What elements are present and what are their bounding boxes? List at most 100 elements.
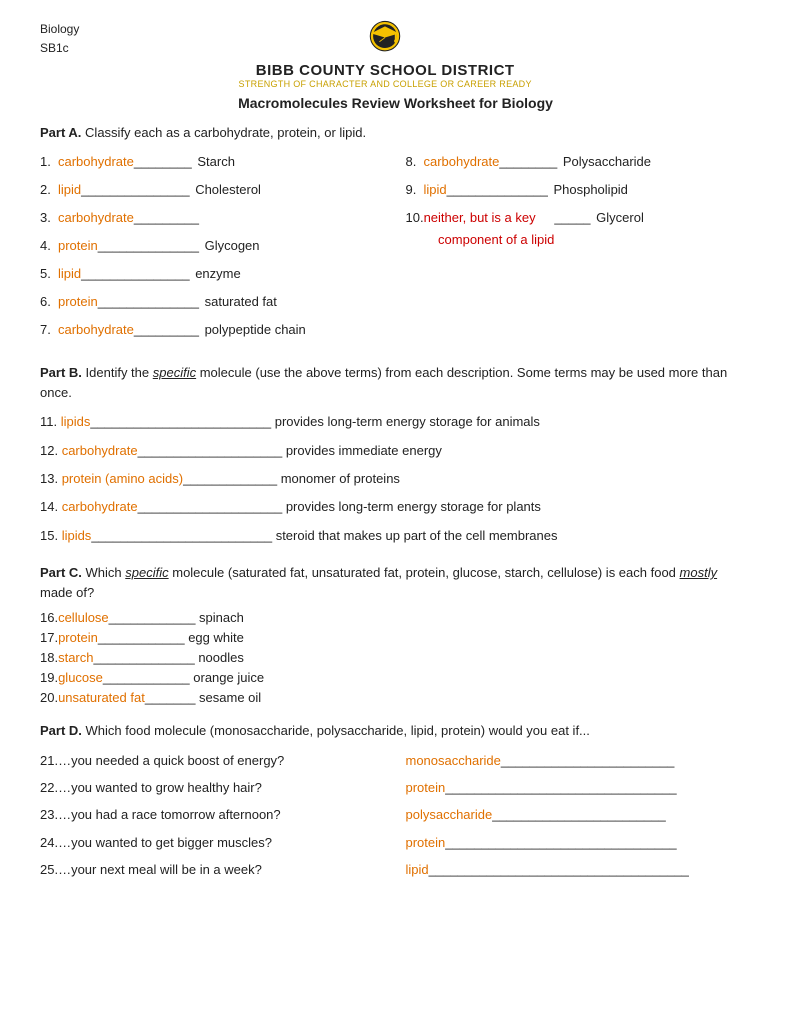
- item-11-answer: lipids: [61, 414, 91, 429]
- item-6-row: 6. protein______________ saturated fat: [40, 291, 386, 313]
- item-20-label: sesame oil: [195, 690, 261, 705]
- item-9-answer: lipid: [424, 179, 447, 201]
- part-b-label: Part B.: [40, 365, 82, 380]
- item-24-q-text: …you wanted to get bigger muscles?: [58, 831, 272, 854]
- item-11-blank: _________________________: [90, 414, 271, 429]
- item-1-num: 1.: [40, 151, 58, 173]
- item-5-blank: _______________: [81, 263, 189, 285]
- item-12-answer: carbohydrate: [62, 443, 138, 458]
- part-a-right: 8. carbohydrate________ Polysaccharide 9…: [406, 151, 752, 348]
- item-2-blank: _______________: [81, 179, 189, 201]
- part-d-label: Part D.: [40, 723, 82, 738]
- item-1-row: 1. carbohydrate________ Starch: [40, 151, 386, 173]
- item-22-q-text: …you wanted to grow healthy hair?: [58, 776, 262, 799]
- item-7-row: 7. carbohydrate_________ polypeptide cha…: [40, 319, 386, 341]
- item-25-num: 25.: [40, 858, 58, 881]
- item-12-num: 12.: [40, 443, 62, 458]
- item-2-label: Cholesterol: [192, 179, 261, 201]
- part-b-instruction: Identify the specific molecule (use the …: [40, 365, 727, 400]
- item-25-question: 25. …your next meal will be in a week?: [40, 858, 386, 881]
- item-6-answer: protein: [58, 291, 98, 313]
- item-14-num: 14.: [40, 499, 62, 514]
- item-19-row: 19. glucose____________ orange juice: [40, 670, 751, 685]
- item-18-row: 18. starch______________ noodles: [40, 650, 751, 665]
- item-7-label: polypeptide chain: [201, 319, 306, 341]
- item-15-row: 15. lipids_________________________ ster…: [40, 524, 751, 547]
- item-23-blank: ________________________: [492, 803, 666, 826]
- item-19-answer: glucose: [58, 670, 103, 685]
- item-4-row: 4. protein______________ Glycogen: [40, 235, 386, 257]
- item-3-blank: _________: [134, 207, 199, 229]
- part-c-title: Part C. Which specific molecule (saturat…: [40, 563, 751, 602]
- item-20-blank: _______: [145, 690, 196, 705]
- item-24-num: 24.: [40, 831, 58, 854]
- item-17-num: 17.: [40, 630, 58, 645]
- item-9-num: 9.: [406, 179, 424, 201]
- item-23-answer: polysaccharide: [406, 803, 493, 826]
- course-code: SB1c: [40, 39, 79, 58]
- part-a-instruction: Classify each as a carbohydrate, protein…: [85, 125, 366, 140]
- item-23-question: 23. …you had a race tomorrow afternoon?: [40, 803, 386, 826]
- course-info: Biology SB1c: [40, 20, 79, 58]
- item-7-num: 7.: [40, 319, 58, 341]
- school-logo-icon: [357, 20, 413, 60]
- item-24-answer-area: protein________________________________: [406, 831, 752, 854]
- part-a-title: Part A. Classify each as a carbohydrate,…: [40, 123, 751, 143]
- district-name: BIBB COUNTY SCHOOL DISTRICT: [256, 62, 515, 79]
- item-2-answer: lipid: [58, 179, 81, 201]
- part-c-instruction: Which specific molecule (saturated fat, …: [40, 565, 717, 600]
- item-21-num: 21.: [40, 749, 58, 772]
- item-23-answer-area: polysaccharide________________________: [406, 803, 752, 826]
- part-a-label: Part A.: [40, 125, 81, 140]
- item-25-blank: ____________________________________: [429, 858, 689, 881]
- item-3-answer: carbohydrate: [58, 207, 134, 229]
- item-13-label: monomer of proteins: [281, 471, 400, 486]
- part-b-title: Part B. Identify the specific molecule (…: [40, 363, 751, 402]
- item-13-blank: _____________: [183, 471, 277, 486]
- item-19-label: orange juice: [190, 670, 264, 685]
- item-8-answer: carbohydrate: [424, 151, 500, 173]
- item-18-num: 18.: [40, 650, 58, 665]
- item-14-answer: carbohydrate: [62, 499, 138, 514]
- item-17-row: 17. protein____________ egg white: [40, 630, 751, 645]
- item-20-num: 20.: [40, 690, 58, 705]
- item-8-num: 8.: [406, 151, 424, 173]
- part-a-grid: 1. carbohydrate________ Starch 2. lipid_…: [40, 151, 751, 348]
- item-17-label: egg white: [185, 630, 244, 645]
- item-16-answer: cellulose: [58, 610, 109, 625]
- item-15-num: 15.: [40, 528, 62, 543]
- item-17-answer: protein: [58, 630, 98, 645]
- item-8-label: Polysaccharide: [559, 151, 651, 173]
- district-tagline: STRENGTH OF CHARACTER AND COLLEGE OR CAR…: [239, 79, 532, 89]
- course-name: Biology: [40, 20, 79, 39]
- item-25-answer: lipid: [406, 858, 429, 881]
- item-9-label: Phospholipid: [550, 179, 628, 201]
- item-3-row: 3. carbohydrate_________: [40, 207, 386, 229]
- item-21-answer: monosaccharide: [406, 749, 501, 772]
- page-header: Biology SB1c BIBB COUNTY SCHOOL DISTRICT…: [40, 20, 751, 89]
- item-4-num: 4.: [40, 235, 58, 257]
- item-2-num: 2.: [40, 179, 58, 201]
- part-d-title: Part D. Which food molecule (monosacchar…: [40, 721, 751, 741]
- item-21-q-text: …you needed a quick boost of energy?: [58, 749, 284, 772]
- item-4-blank: ______________: [98, 235, 199, 257]
- item-25-q-text: …your next meal will be in a week?: [58, 858, 262, 881]
- item-21-blank: ________________________: [501, 749, 675, 772]
- item-15-answer: lipids: [62, 528, 92, 543]
- item-3-num: 3.: [40, 207, 58, 229]
- part-c-section: Part C. Which specific molecule (saturat…: [40, 563, 751, 705]
- item-18-answer: starch: [58, 650, 93, 665]
- item-10-row: 10. neither, but is a key component of a…: [406, 207, 752, 251]
- item-5-answer: lipid: [58, 263, 81, 285]
- item-18-blank: ______________: [93, 650, 194, 665]
- item-15-label: steroid that makes up part of the cell m…: [276, 528, 558, 543]
- item-23-num: 23.: [40, 803, 58, 826]
- item-22-num: 22.: [40, 776, 58, 799]
- item-10-label: Glycerol: [593, 207, 644, 229]
- item-11-label: provides long-term energy storage for an…: [275, 414, 540, 429]
- item-11-num: 11.: [40, 414, 61, 429]
- part-d-grid: 21. …you needed a quick boost of energy?…: [40, 749, 751, 882]
- item-9-blank: ______________: [447, 179, 548, 201]
- item-20-answer: unsaturated fat: [58, 690, 145, 705]
- item-17-blank: ____________: [98, 630, 185, 645]
